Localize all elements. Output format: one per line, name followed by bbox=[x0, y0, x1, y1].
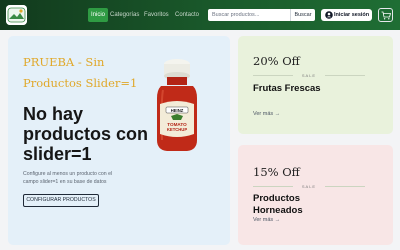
promo-discount: 20% Off bbox=[253, 54, 300, 68]
promo-sale-tag: SALE bbox=[253, 184, 365, 189]
hero-title: No hay productos con slider=1 bbox=[23, 104, 148, 164]
svg-text:HEINZ: HEINZ bbox=[171, 108, 184, 113]
product-image: HEINZ TOMATO KETCHUP bbox=[151, 54, 203, 154]
nav-item-categorias[interactable]: Categorías bbox=[107, 8, 142, 22]
promo-card-frutas[interactable]: 20% Off SALE Frutas Frescas Ver más → bbox=[238, 36, 393, 134]
nav-item-contacto[interactable]: Contacto bbox=[172, 8, 202, 22]
nav-item-inicio[interactable]: Inicio bbox=[88, 8, 109, 22]
hero-slider: PRUEBA - Sin Productos Slider=1 No hay p… bbox=[8, 36, 230, 245]
search-input[interactable]: Buscar productos... bbox=[208, 9, 290, 21]
configure-products-button[interactable]: CONFIGURAR PRODUCTOS bbox=[23, 194, 99, 207]
hero-description: Configure al menos un producto con el ca… bbox=[23, 171, 113, 186]
promo-discount: 15% Off bbox=[253, 165, 300, 179]
login-button[interactable]: Iniciar sesión bbox=[321, 9, 372, 21]
promo-title: Productos Horneados bbox=[253, 193, 303, 216]
hero-subtitle: PRUEBA - Sin Productos Slider=1 bbox=[23, 55, 138, 90]
promo-sale-tag: SALE bbox=[253, 73, 365, 78]
cart-icon bbox=[381, 11, 391, 20]
see-more-link[interactable]: Ver más → bbox=[253, 111, 280, 117]
top-navbar: Inicio Categorías Favoritos Contacto Bus… bbox=[0, 0, 400, 30]
promo-title: Frutas Frescas bbox=[253, 83, 321, 94]
nav-item-favoritos[interactable]: Favoritos bbox=[141, 8, 172, 22]
search-button[interactable]: Buscar bbox=[290, 9, 315, 21]
promo-card-horneados[interactable]: 15% Off SALE Productos Horneados Ver más… bbox=[238, 145, 393, 245]
login-label: Iniciar sesión bbox=[334, 12, 370, 18]
user-icon bbox=[325, 11, 333, 19]
cart-button[interactable] bbox=[378, 8, 393, 22]
see-more-link[interactable]: Ver más → bbox=[253, 217, 280, 223]
svg-text:KETCHUP: KETCHUP bbox=[167, 127, 187, 132]
logo-icon[interactable] bbox=[6, 5, 27, 25]
